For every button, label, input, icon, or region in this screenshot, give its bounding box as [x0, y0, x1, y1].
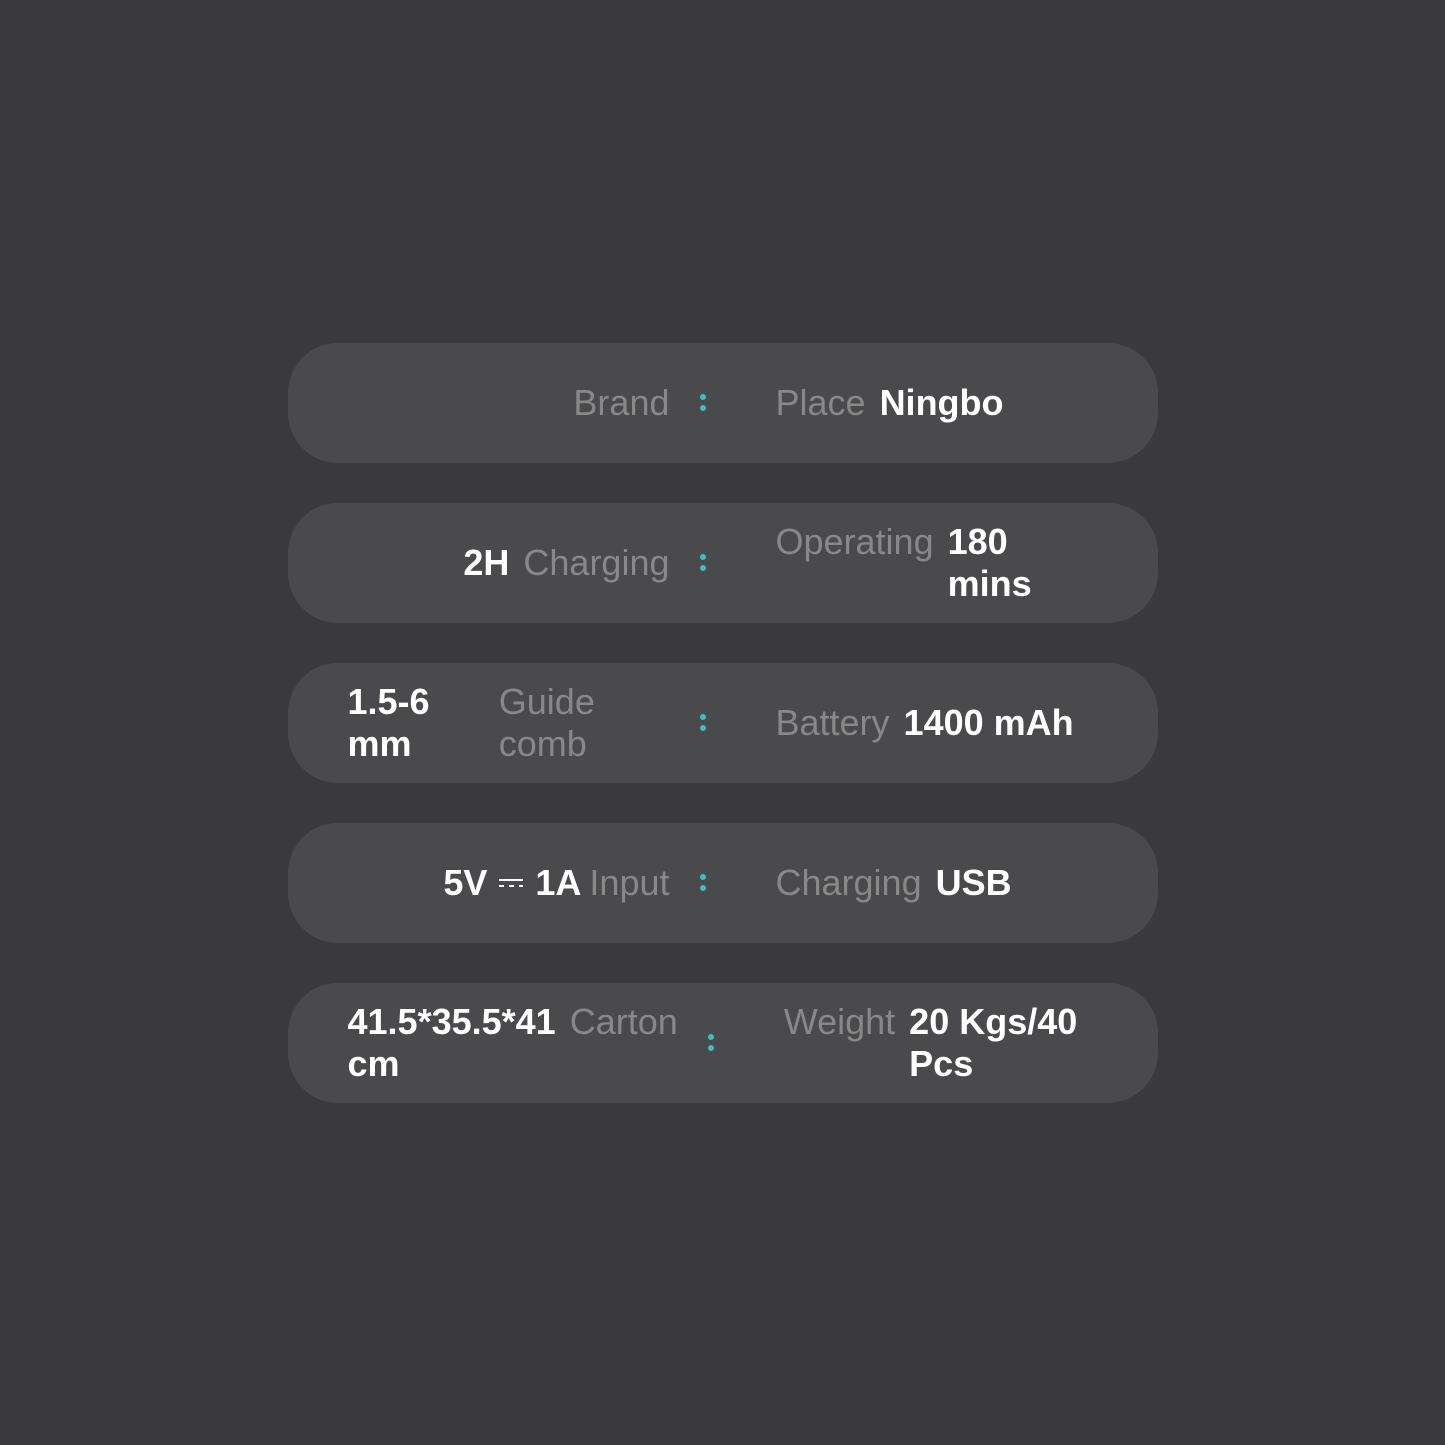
card-right-operating: Operating 180 mins — [736, 521, 1098, 605]
divider-3 — [700, 714, 706, 731]
card-right-charging-usb: Charging USB — [736, 862, 1098, 904]
voltage-value: 5V — [443, 862, 487, 904]
battery-label: Battery — [776, 702, 890, 744]
operating-label: Operating — [776, 521, 934, 563]
dot-top — [708, 1034, 714, 1040]
card-left-input: 5V 1A Input — [348, 862, 670, 904]
guide-size-value: 1.5-6 mm — [348, 681, 485, 765]
card-input-charging: 5V 1A Input Charging USB — [288, 823, 1158, 943]
guide-comb-label: Guide comb — [499, 681, 670, 765]
dot-bottom — [708, 1045, 714, 1051]
place-label: Place — [776, 382, 866, 424]
card-right-place: Place Ningbo — [736, 382, 1098, 424]
card-left-charging: 2H Charging — [348, 542, 670, 584]
card-left-guide: 1.5-6 mm Guide comb — [348, 681, 670, 765]
current-value: 1A — [535, 862, 581, 904]
divider-1 — [700, 394, 706, 411]
card-guide-battery: 1.5-6 mm Guide comb Battery 1400 mAh — [288, 663, 1158, 783]
dot-top — [700, 714, 706, 720]
dot-top — [700, 874, 706, 880]
place-value: Ningbo — [880, 382, 1004, 424]
dc-symbol — [499, 879, 523, 887]
card-left-brand: Brand — [348, 382, 670, 424]
charging-usb-label: Charging — [776, 862, 922, 904]
operating-value: 180 mins — [948, 521, 1098, 605]
card-charging-operating: 2H Charging Operating 180 mins — [288, 503, 1158, 623]
card-carton-weight: 41.5*35.5*41 cm Carton Weight 20 Kgs/40 … — [288, 983, 1158, 1103]
dot-bottom — [700, 565, 706, 571]
divider-4 — [700, 874, 706, 891]
charging-time-value: 2H — [463, 542, 509, 584]
battery-value: 1400 mAh — [904, 702, 1074, 744]
carton-label: Carton — [570, 1001, 678, 1043]
brand-label: Brand — [573, 382, 669, 424]
carton-size-value: 41.5*35.5*41 cm — [348, 1001, 556, 1085]
dc-line-solid — [499, 879, 523, 881]
card-left-carton: 41.5*35.5*41 cm Carton — [348, 1001, 678, 1085]
dc-line-dashed — [499, 885, 523, 887]
weight-value: 20 Kgs/40 Pcs — [909, 1001, 1097, 1085]
divider-5 — [708, 1034, 714, 1051]
card-right-battery: Battery 1400 mAh — [736, 702, 1098, 744]
dot-top — [700, 394, 706, 400]
card-brand-place: Brand Place Ningbo — [288, 343, 1158, 463]
divider-2 — [700, 554, 706, 571]
dot-bottom — [700, 725, 706, 731]
charging-label: Charging — [523, 542, 669, 584]
card-right-weight: Weight 20 Kgs/40 Pcs — [744, 1001, 1098, 1085]
input-label: Input — [589, 862, 669, 904]
usb-value: USB — [936, 862, 1012, 904]
cards-container: Brand Place Ningbo 2H Charging Operating… — [288, 343, 1158, 1103]
dot-bottom — [700, 885, 706, 891]
dot-bottom — [700, 405, 706, 411]
weight-label: Weight — [784, 1001, 895, 1043]
dot-top — [700, 554, 706, 560]
